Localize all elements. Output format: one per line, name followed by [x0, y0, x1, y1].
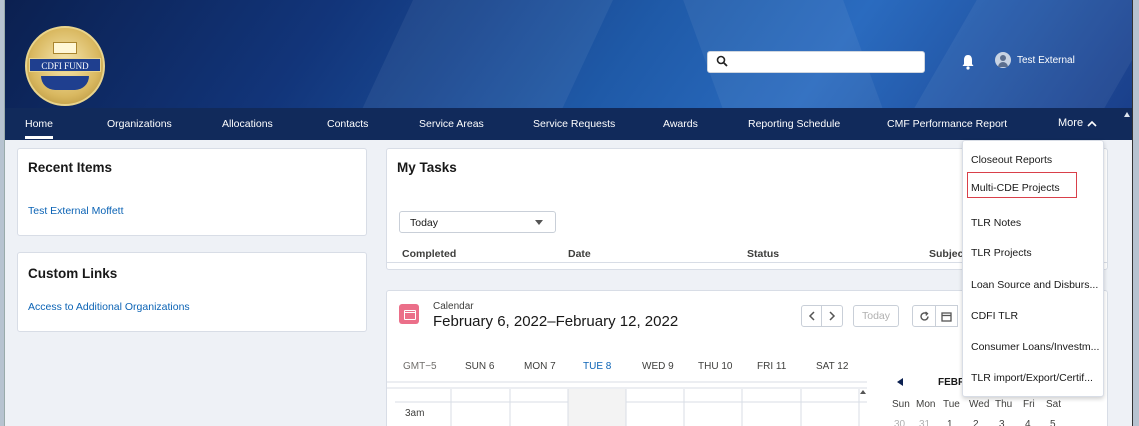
nav-tab-service-areas[interactable]: Service Areas — [419, 118, 484, 130]
menu-item-loan-source-and-disbursements[interactable]: Loan Source and Disburs... — [971, 279, 1098, 291]
custom-links-title: Custom Links — [28, 266, 118, 281]
menu-item-closeout-reports[interactable]: Closeout Reports — [971, 154, 1052, 166]
column-header-date[interactable]: Date — [568, 248, 591, 260]
more-dropdown-menu: Closeout Reports Multi-CDE Projects TLR … — [962, 140, 1104, 397]
timezone-label: GMT−5 — [403, 361, 437, 372]
day-header-wed[interactable]: WED 9 — [642, 361, 674, 372]
time-label-3am: 3am — [405, 408, 425, 419]
today-button[interactable]: Today — [853, 305, 899, 327]
nav-tab-contacts[interactable]: Contacts — [327, 118, 368, 130]
menu-item-tlr-projects[interactable]: TLR Projects — [971, 247, 1032, 259]
mini-day-thu: Thu — [995, 399, 1013, 410]
nav-tab-service-requests[interactable]: Service Requests — [533, 118, 615, 130]
tasks-filter-select[interactable]: Today — [399, 211, 556, 233]
nav-tab-reporting-schedule[interactable]: Reporting Schedule — [748, 118, 840, 130]
mini-day-fri: Fri — [1023, 399, 1035, 410]
refresh-icon — [919, 310, 929, 321]
nav-tab-cmf-performance-report[interactable]: CMF Performance Report — [887, 118, 1007, 130]
nav-tab-allocations[interactable]: Allocations — [222, 118, 273, 130]
day-header-mon[interactable]: MON 7 — [524, 361, 556, 372]
caret-down-icon — [535, 220, 543, 225]
recent-items-title: Recent Items — [28, 160, 113, 175]
avatar — [995, 52, 1011, 68]
mini-day-sun: Sun — [892, 399, 910, 410]
menu-item-tlr-import-export-certification[interactable]: TLR import/Export/Certif... — [971, 372, 1093, 384]
chevron-up-icon — [1087, 120, 1097, 127]
notification-bell-icon[interactable] — [961, 54, 975, 70]
search-icon — [716, 55, 728, 67]
menu-item-cdfi-tlr[interactable]: CDFI TLR — [971, 310, 1018, 322]
custom-link-additional-organizations[interactable]: Access to Additional Organizations — [28, 301, 190, 313]
user-profile-menu[interactable]: Test External — [995, 52, 1075, 68]
mini-day-mon: Mon — [916, 399, 936, 410]
navigation-bar: Home Organizations Allocations Contacts … — [5, 108, 1132, 140]
logo-text: CDFI FUND — [29, 58, 101, 72]
calendar-nav-buttons — [801, 305, 843, 327]
column-header-completed[interactable]: Completed — [402, 248, 456, 260]
mini-date[interactable]: 30 — [894, 419, 905, 426]
column-header-status[interactable]: Status — [747, 248, 779, 260]
app-window: CDFI FUND Test External Home Organizatio… — [4, 0, 1133, 426]
next-week-button[interactable] — [822, 305, 843, 327]
mini-date[interactable]: 1 — [947, 419, 953, 426]
mini-day-wed: Wed — [969, 399, 990, 410]
mini-date[interactable]: 2 — [973, 419, 979, 426]
header-banner: CDFI FUND Test External — [5, 0, 1132, 108]
previous-week-button[interactable] — [801, 305, 822, 327]
calendar-small-icon — [941, 311, 952, 322]
cdfi-fund-logo[interactable]: CDFI FUND — [25, 26, 105, 106]
calendar-label: Calendar — [433, 301, 474, 312]
mini-date[interactable]: 31 — [919, 419, 930, 426]
tasks-filter-value: Today — [410, 217, 439, 229]
day-header-sun[interactable]: SUN 6 — [465, 361, 494, 372]
chevron-right-icon — [829, 311, 836, 321]
recent-item-link[interactable]: Test External Moffett — [28, 205, 124, 217]
building-icon — [53, 42, 77, 54]
global-search-input[interactable] — [707, 51, 925, 73]
calendar-date-range: February 6, 2022–February 12, 2022 — [433, 313, 679, 330]
user-name: Test External — [1017, 54, 1075, 66]
nav-tab-awards[interactable]: Awards — [663, 118, 698, 130]
mini-calendar-prev-icon[interactable] — [896, 377, 904, 387]
menu-item-consumer-loans-investments[interactable]: Consumer Loans/Investm... — [971, 341, 1099, 353]
recent-items-card: Recent Items Test External Moffett — [17, 148, 367, 236]
chevron-left-icon — [808, 311, 815, 321]
mini-date[interactable]: 4 — [1025, 419, 1031, 426]
calendar-view-button[interactable] — [936, 305, 958, 327]
scroll-up-icon[interactable] — [1123, 110, 1131, 118]
mini-date[interactable]: 5 — [1050, 419, 1056, 426]
mini-day-tue: Tue — [943, 399, 960, 410]
calendar-tools — [912, 305, 958, 327]
custom-links-card: Custom Links Access to Additional Organi… — [17, 252, 367, 332]
nav-more-label: More — [1058, 117, 1084, 129]
day-header-thu[interactable]: THU 10 — [698, 361, 732, 372]
today-button-group: Today — [853, 305, 899, 327]
calendar-week-grid[interactable] — [387, 381, 867, 426]
nav-more-menu[interactable]: More — [1058, 117, 1097, 129]
menu-item-tlr-notes[interactable]: TLR Notes — [971, 217, 1021, 229]
menu-item-multi-cde-projects[interactable]: Multi-CDE Projects — [971, 182, 1060, 194]
calendar-icon — [399, 304, 419, 324]
nav-tab-organizations[interactable]: Organizations — [107, 118, 172, 130]
mini-date[interactable]: 3 — [999, 419, 1005, 426]
nav-tab-home[interactable]: Home — [25, 118, 54, 139]
mini-day-sat: Sat — [1046, 399, 1062, 410]
refresh-button[interactable] — [912, 305, 936, 327]
day-header-tue[interactable]: TUE 8 — [583, 361, 611, 372]
day-header-sat[interactable]: SAT 12 — [816, 361, 848, 372]
my-tasks-title: My Tasks — [397, 160, 457, 175]
day-header-fri[interactable]: FRI 11 — [757, 361, 786, 372]
